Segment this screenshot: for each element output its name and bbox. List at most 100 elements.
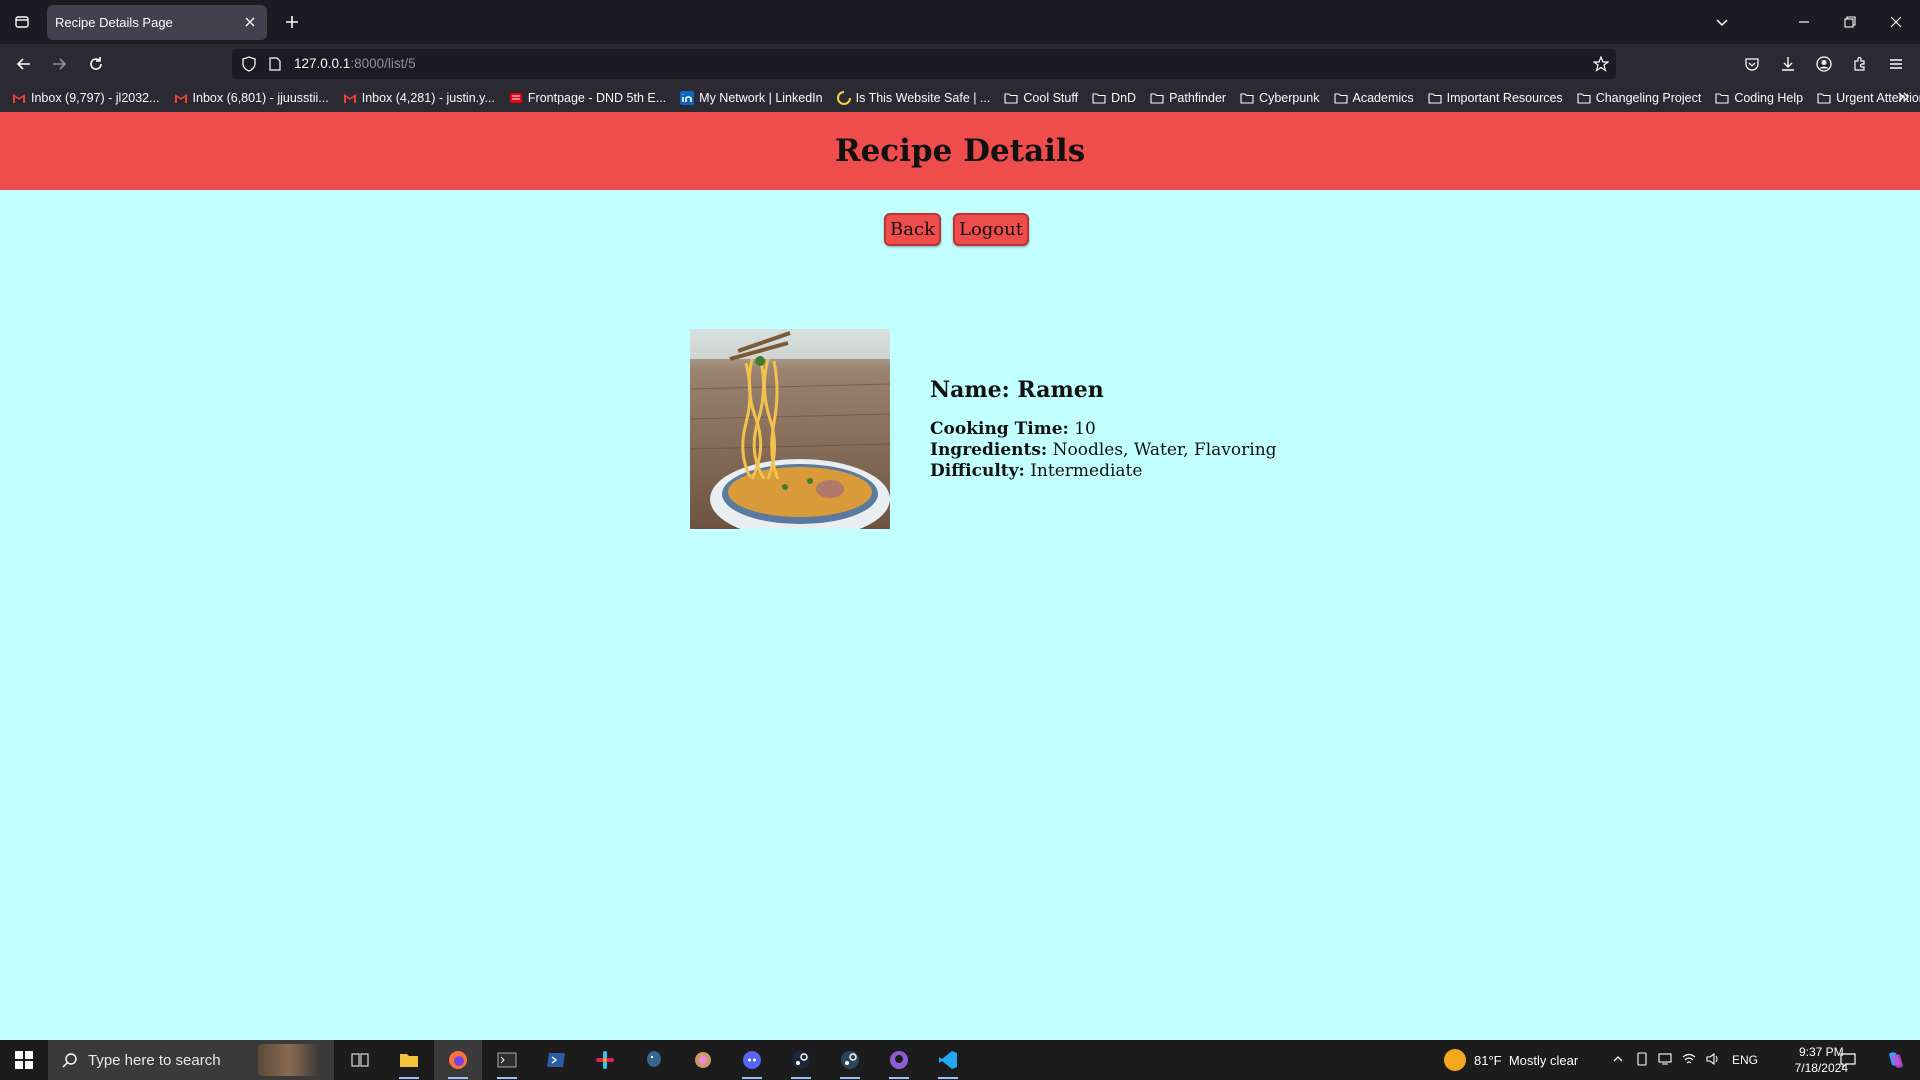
copilot-icon[interactable] [1872,1040,1920,1080]
steam-alt-icon[interactable] [826,1040,874,1080]
tab-list-icon[interactable] [8,8,36,36]
bookmark-item[interactable]: Inbox (6,801) - jjuusstii... [174,91,329,105]
bookmark-item[interactable]: Cool Stuff [1004,91,1078,105]
bookmark-item[interactable]: Changeling Project [1577,91,1702,105]
chevron-down-icon[interactable] [1708,8,1736,36]
bookmark-label: Coding Help [1734,91,1804,105]
linkedin-icon [680,91,695,105]
app-icon[interactable] [679,1040,727,1080]
cooking-time-value: 10 [1068,419,1096,439]
postgres-icon[interactable] [630,1040,678,1080]
weather-widget[interactable]: 81°F Mostly clear [1444,1040,1578,1080]
bookmark-label: Cyberpunk [1259,91,1320,105]
difficulty-value: Intermediate [1024,461,1143,481]
device-icon[interactable] [1636,1051,1648,1069]
wifi-icon[interactable] [1682,1053,1696,1068]
steam-icon[interactable] [777,1040,825,1080]
bookmark-item[interactable]: Pathfinder [1150,91,1226,105]
windows-taskbar: Type here to search 81°F Mostly clear EN… [0,1040,1920,1080]
url-bar[interactable]: 127.0.0.1:8000/list/5 [232,49,1616,79]
bookmark-item[interactable]: Cyberpunk [1240,91,1320,105]
gmail-icon [12,91,26,105]
recipe-name: Ramen [1017,377,1104,403]
bookmark-label: Changeling Project [1595,91,1702,105]
new-tab-icon[interactable] [280,10,304,34]
action-buttons: Back Logout [0,213,1920,246]
reload-icon[interactable] [82,50,110,78]
system-tray: ENG [1612,1040,1758,1080]
extensions-icon[interactable] [1846,50,1874,78]
url-text[interactable]: 127.0.0.1:8000/list/5 [294,56,416,71]
bookmark-star-icon[interactable] [1592,55,1610,73]
bookmark-item[interactable]: Is This Website Safe | ... [836,91,990,105]
back-arrow-icon[interactable] [10,50,38,78]
bookmark-label: Cool Stuff [1023,91,1079,105]
github-icon[interactable] [875,1040,923,1080]
shield-icon[interactable] [240,55,258,73]
language-indicator[interactable]: ENG [1732,1053,1758,1067]
display-icon[interactable] [1658,1052,1672,1068]
account-icon[interactable] [1810,50,1838,78]
bookmark-item[interactable]: Inbox (9,797) - jl2032... [12,91,160,105]
folder-icon [1428,91,1442,105]
bookmarks-bar: Inbox (9,797) - jl2032... Inbox (6,801) -… [0,84,1920,112]
slack-icon[interactable] [581,1040,629,1080]
search-icon [62,1052,78,1068]
tab-recipe-details[interactable]: Recipe Details Page [47,5,267,40]
recipe-details: Name: Ramen Cooking Time: 10 Ingredients… [930,377,1277,482]
pocket-icon[interactable] [1738,50,1766,78]
difficulty-row: Difficulty: Intermediate [930,461,1277,482]
bookmark-label: Important Resources [1446,91,1563,105]
task-view-icon[interactable] [336,1040,384,1080]
discord-icon[interactable] [728,1040,776,1080]
search-placeholder: Type here to search [88,1051,221,1069]
folder-icon [1092,91,1106,105]
forward-arrow-icon[interactable] [45,50,73,78]
bookmark-label: Frontpage - DND 5th E... [527,91,667,105]
menu-icon[interactable] [1882,50,1910,78]
ingredients-row: Ingredients: Noodles, Water, Flavoring [930,440,1277,461]
bookmark-label: Inbox (6,801) - jjuusstii... [192,91,329,105]
windows-start-icon[interactable] [0,1040,48,1080]
chevron-right-double-icon[interactable] [1896,90,1910,109]
vscode-icon[interactable] [924,1040,972,1080]
bookmark-label: Pathfinder [1169,91,1227,105]
taskbar-search[interactable]: Type here to search [48,1040,334,1080]
difficulty-label: Difficulty: [930,461,1025,481]
tab-title: Recipe Details Page [55,15,173,30]
cooking-time-row: Cooking Time: 10 [930,419,1277,440]
bookmark-item[interactable]: Frontpage - DND 5th E... [509,91,666,105]
terminal-icon[interactable] [483,1040,531,1080]
back-button[interactable]: Back [884,213,941,246]
window-close-icon[interactable] [1882,8,1910,36]
bookmark-item[interactable]: DnD [1092,91,1136,105]
bookmark-item[interactable]: Important Resources [1428,91,1563,105]
folder-icon [1715,91,1729,105]
firefox-icon[interactable] [434,1040,482,1080]
powershell-icon[interactable] [532,1040,580,1080]
restore-icon[interactable] [1836,8,1864,36]
bookmark-label: My Network | LinkedIn [699,91,823,105]
file-explorer-icon[interactable] [385,1040,433,1080]
page-title: Recipe Details [834,133,1086,169]
ingredients-value: Noodles, Water, Flavoring [1047,440,1277,460]
close-icon[interactable] [241,13,259,31]
notification-icon[interactable] [1824,1040,1872,1080]
bookmark-item[interactable]: Academics [1333,91,1414,105]
bookmark-item[interactable]: Coding Help [1715,91,1803,105]
gmail-icon [174,91,188,105]
bookmark-item[interactable]: Inbox (4,281) - justin.y... [343,91,495,105]
download-icon[interactable] [1774,50,1802,78]
bookmark-label: Inbox (9,797) - jl2032... [31,91,160,105]
bookmark-item[interactable]: My Network | LinkedIn [680,91,823,105]
page-icon[interactable] [266,55,284,73]
bookmark-label: Inbox (4,281) - justin.y... [361,91,495,105]
volume-icon[interactable] [1706,1052,1720,1068]
folder-icon [1577,91,1591,105]
logout-button[interactable]: Logout [952,213,1029,246]
chevron-up-icon[interactable] [1612,1053,1624,1068]
minimize-icon[interactable] [1790,8,1818,36]
weather-icon [1444,1049,1466,1071]
ingredients-label: Ingredients: [930,440,1048,460]
bookmark-label: DnD [1111,91,1137,105]
